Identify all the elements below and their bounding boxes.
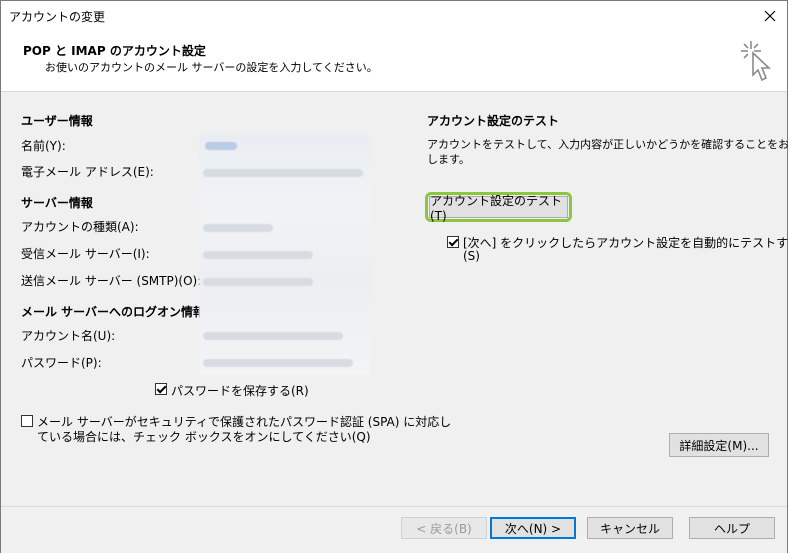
- outgoing-server-input[interactable]: [203, 278, 313, 286]
- dialog-header: POP と IMAP のアカウント設定 お使いのアカウントのメール サーバーの設…: [1, 31, 787, 92]
- test-section-heading: アカウント設定のテスト: [427, 114, 560, 128]
- test-description-line2: します。: [427, 153, 470, 166]
- password-label: パスワード(P):: [21, 356, 102, 370]
- window-title: アカウントの変更: [9, 10, 106, 24]
- help-button[interactable]: ヘルプ: [689, 517, 775, 539]
- back-button[interactable]: < 戻る(B): [401, 517, 487, 539]
- title-bar: アカウントの変更: [1, 1, 787, 31]
- cursor-click-icon: [741, 41, 772, 82]
- auto-test-checkbox[interactable]: [447, 236, 459, 248]
- header-title: POP と IMAP のアカウント設定: [23, 44, 206, 58]
- close-icon: [764, 10, 776, 22]
- header-subtitle: お使いのアカウントのメール サーバーの設定を入力してください。: [45, 61, 378, 74]
- close-button[interactable]: [757, 3, 783, 29]
- logon-info-heading: メール サーバーへのログオン情報: [21, 305, 206, 319]
- incoming-server-input[interactable]: [203, 251, 313, 259]
- test-account-settings-button[interactable]: アカウント設定のテスト(T): [429, 194, 568, 223]
- account-name-label: アカウント名(U):: [21, 329, 116, 343]
- remember-password-checkbox[interactable]: [155, 383, 167, 395]
- auto-test-label-line2: (S): [463, 249, 480, 263]
- auto-test-label-line1: [次へ] をクリックしたらアカウント設定を自動的にテストする: [463, 236, 788, 250]
- spa-label-line2: ている場合には、チェック ボックスをオンにしてください(Q): [37, 430, 371, 444]
- name-label: 名前(Y):: [21, 139, 66, 153]
- account-change-dialog: アカウントの変更 POP と IMAP のアカウント設定 お使いのアカウントのメ…: [0, 0, 788, 553]
- password-input[interactable]: [203, 359, 353, 367]
- cancel-button[interactable]: キャンセル: [587, 517, 673, 539]
- account-type-value: [203, 224, 273, 232]
- incoming-server-label: 受信メール サーバー(I):: [21, 247, 150, 261]
- test-description-line1: アカウントをテストして、入力内容が正しいかどうかを確認することをお勧め: [427, 138, 788, 151]
- next-button[interactable]: 次へ(N) >: [490, 517, 576, 539]
- email-label: 電子メール アドレス(E):: [21, 165, 154, 179]
- blurred-input-fields: [199, 135, 371, 375]
- email-input[interactable]: [203, 169, 363, 177]
- account-name-input[interactable]: [203, 332, 343, 340]
- outgoing-server-label: 送信メール サーバー (SMTP)(O):: [21, 274, 202, 288]
- account-type-label: アカウントの種類(A):: [21, 220, 139, 234]
- spa-checkbox[interactable]: [21, 415, 33, 427]
- server-info-heading: サーバー情報: [21, 196, 93, 210]
- advanced-settings-button[interactable]: 詳細設定(M)...: [669, 433, 769, 457]
- name-input[interactable]: [205, 142, 237, 150]
- user-info-heading: ユーザー情報: [21, 114, 93, 128]
- remember-password-label: パスワードを保存する(R): [171, 384, 309, 398]
